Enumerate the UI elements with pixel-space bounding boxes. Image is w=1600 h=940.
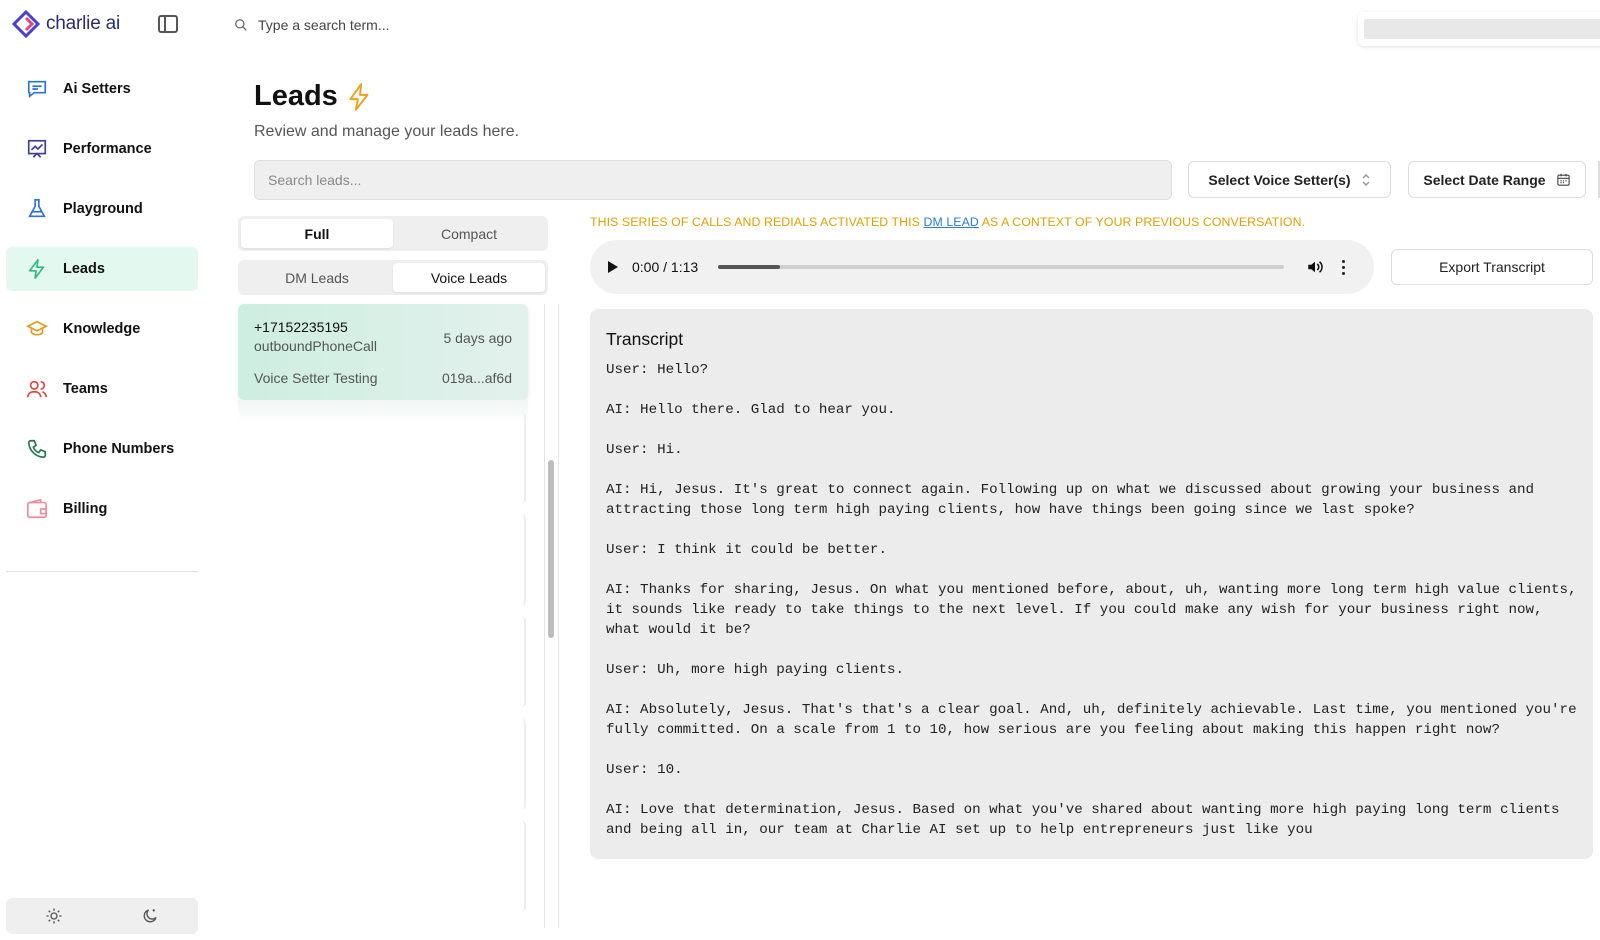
transcript-line: User: I think it could be better. (606, 542, 887, 558)
leads-search-input[interactable] (254, 160, 1172, 200)
date-range-select[interactable]: Select Date Range (1408, 161, 1586, 198)
view-full-option[interactable]: Full (241, 219, 393, 248)
lead-card-placeholder (510, 616, 526, 708)
user-menu-placeholder (1364, 19, 1600, 39)
sidebar-item-leads[interactable]: Leads (6, 247, 198, 291)
lightning-icon (349, 82, 369, 111)
chat-icon (26, 78, 48, 100)
search-icon (235, 19, 247, 31)
sidebar-item-ai-setters[interactable]: Ai Setters (6, 67, 198, 111)
theme-switch (6, 898, 198, 934)
logo-icon (12, 10, 40, 38)
lead-card-placeholder (510, 514, 526, 606)
lead-card[interactable]: +17152235195 outboundPhoneCall 5 days ag… (238, 304, 528, 400)
volume-icon[interactable] (1306, 258, 1324, 276)
lead-card-placeholder (510, 718, 526, 810)
sidebar-item-label: Teams (63, 381, 108, 397)
lead-card-placeholder (510, 412, 526, 504)
graduation-cap-icon (26, 318, 48, 340)
chevron-up-down-icon (1362, 173, 1370, 186)
lead-id: 019a...af6d (441, 370, 512, 386)
page-title: Leads (254, 80, 372, 113)
users-icon (26, 378, 48, 400)
audio-time: 0:00 / 1:13 (632, 259, 699, 275)
page-subtitle: Review and manage your leads here. (254, 123, 520, 140)
voice-setter-select[interactable]: Select Voice Setter(s) (1188, 161, 1391, 198)
sidebar-item-phone-numbers[interactable]: Phone Numbers (6, 427, 198, 471)
user-menu[interactable] (1358, 12, 1600, 46)
transcript-line: AI: Love that determination, Jesus. Base… (606, 802, 1560, 838)
sidebar-item-performance[interactable]: Performance (6, 127, 198, 171)
global-search-input[interactable] (258, 17, 558, 33)
lead-type-toggle: DM Leads Voice Leads (238, 260, 548, 295)
sidebar: charlie ai Ai Setters Performance Playgr… (0, 0, 205, 940)
lightning-icon (26, 258, 48, 280)
audio-seek-progress (718, 265, 781, 269)
context-notice-text-end: AS A CONTEXT OF YOUR PREVIOUS CONVERSATI… (978, 215, 1306, 229)
sidebar-item-label: Leads (63, 261, 105, 277)
phone-icon (26, 438, 48, 460)
scrollbar-thumb[interactable] (548, 460, 554, 638)
sidebar-nav: Ai Setters Performance Playground Leads … (6, 67, 198, 547)
dm-lead-link[interactable]: DM LEAD (923, 215, 978, 229)
flask-icon (26, 198, 48, 220)
panel-divider (558, 304, 559, 928)
transcript-line: User: Uh, more high paying clients. (606, 662, 904, 678)
transcript-line: AI: Absolutely, Jesus. That's that's a c… (606, 702, 1577, 738)
context-notice: THIS SERIES OF CALLS AND REDIALS ACTIVAT… (590, 215, 1305, 229)
sun-icon (46, 908, 62, 924)
presentation-chart-icon (26, 138, 48, 160)
voice-leads-tab[interactable]: Voice Leads (393, 263, 545, 292)
export-transcript-button[interactable]: Export Transcript (1391, 249, 1593, 285)
transcript-line: AI: Hi, Jesus. It's great to connect aga… (606, 482, 1535, 518)
voice-setter-select-label: Select Voice Setter(s) (1208, 171, 1351, 188)
lead-time-ago: 5 days ago (443, 330, 513, 346)
sidebar-toggle-icon[interactable] (158, 15, 178, 33)
view-mode-toggle: Full Compact (238, 216, 548, 251)
moon-icon (143, 909, 157, 923)
sidebar-item-teams[interactable]: Teams (6, 367, 198, 411)
sidebar-item-label: Ai Setters (63, 81, 131, 97)
lead-card-placeholder (510, 820, 526, 912)
transcript-line: User: Hi. (606, 442, 683, 458)
calendar-icon (1556, 173, 1570, 186)
transcript-line: User: Hello? (606, 362, 709, 378)
page-title-text: Leads (254, 80, 338, 112)
sidebar-item-label: Billing (63, 501, 108, 517)
brand-logo[interactable]: charlie ai (12, 10, 120, 38)
sidebar-item-label: Performance (63, 141, 152, 157)
wallet-icon (26, 498, 48, 520)
transcript-line: User: 10. (606, 762, 683, 778)
dark-theme-button[interactable] (102, 898, 198, 934)
sidebar-item-label: Phone Numbers (63, 441, 175, 457)
transcript-line: AI: Hello there. Glad to hear you. (606, 402, 896, 418)
play-icon[interactable] (608, 261, 618, 273)
transcript-lines: User: Hello? AI: Hello there. Glad to hea… (606, 360, 1577, 840)
audio-player: 0:00 / 1:13 (590, 240, 1374, 294)
audio-seek-bar[interactable] (718, 265, 1285, 269)
transcript-panel: Transcript User: Hello? AI: Hello there. … (590, 309, 1593, 859)
sidebar-item-billing[interactable]: Billing (6, 487, 198, 531)
more-options-icon[interactable] (1342, 259, 1346, 275)
sidebar-item-playground[interactable]: Playground (6, 187, 198, 231)
sidebar-item-label: Knowledge (63, 321, 141, 337)
light-theme-button[interactable] (6, 898, 102, 934)
dm-leads-tab[interactable]: DM Leads (241, 263, 393, 292)
brand-name: charlie ai (46, 13, 121, 34)
view-compact-option[interactable]: Compact (393, 219, 545, 248)
list-fade (238, 400, 528, 422)
transcript-title: Transcript (606, 329, 684, 349)
leads-list: +17152235195 outboundPhoneCall 5 days ag… (238, 304, 559, 932)
context-notice-text: THIS SERIES OF CALLS AND REDIALS ACTIVAT… (590, 215, 924, 229)
date-range-select-label: Select Date Range (1423, 171, 1546, 188)
sidebar-item-label: Playground (63, 201, 143, 217)
global-search (234, 17, 558, 33)
sidebar-item-knowledge[interactable]: Knowledge (6, 307, 198, 351)
transcript-line: AI: Thanks for sharing, Jesus. On what y… (606, 582, 1577, 638)
scrollbar-track (544, 304, 545, 928)
sidebar-divider (6, 571, 198, 572)
lead-setter-name: Voice Setter Testing (254, 370, 378, 386)
